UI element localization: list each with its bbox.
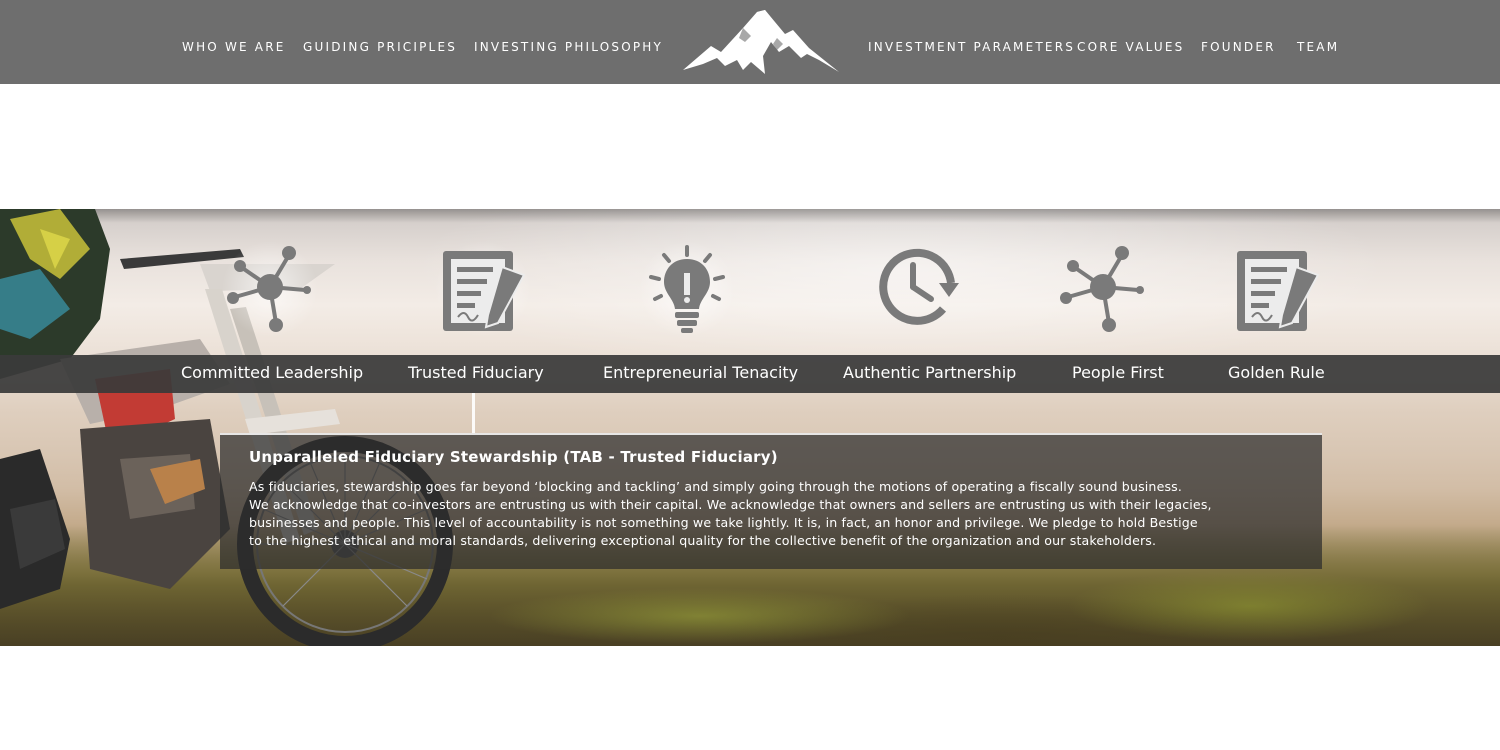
tab-authentic-partnership[interactable]: Authentic Partnership	[843, 355, 1016, 393]
value-description-panel: Unparalleled Fiduciary Stewardship (TAB …	[220, 433, 1322, 569]
document-edit-icon[interactable]	[1234, 245, 1324, 335]
nav-investment-parameters[interactable]: INVESTMENT PARAMETERS	[868, 40, 1075, 54]
mountain-logo-icon[interactable]	[681, 8, 841, 76]
value-description-title: Unparalleled Fiduciary Stewardship (TAB …	[249, 448, 778, 466]
tab-committed-leadership[interactable]: Committed Leadership	[181, 355, 363, 393]
nav-founder[interactable]: FOUNDER	[1201, 40, 1276, 54]
value-description-body: As fiduciaries, stewardship goes far bey…	[249, 479, 1212, 548]
nav-who-we-are[interactable]: WHO WE ARE	[182, 40, 286, 54]
lightbulb-icon[interactable]	[642, 245, 732, 335]
tab-trusted-fiduciary[interactable]: Trusted Fiduciary	[408, 355, 544, 393]
core-values-tab-bar: Committed Leadership Trusted Fiduciary E…	[0, 355, 1500, 393]
nav-core-values[interactable]: CORE VALUES	[1077, 40, 1184, 54]
tab-golden-rule[interactable]: Golden Rule	[1228, 355, 1325, 393]
network-icon[interactable]	[1058, 245, 1148, 335]
nav-guiding-principles[interactable]: GUIDING PRICIPLES	[303, 40, 457, 54]
tab-people-first[interactable]: People First	[1072, 355, 1164, 393]
active-tab-pointer	[472, 393, 475, 435]
network-icon[interactable]	[225, 245, 315, 335]
nav-investing-philosophy[interactable]: INVESTING PHILOSOPHY	[474, 40, 663, 54]
clock-refresh-icon[interactable]	[873, 245, 963, 335]
tab-entrepreneurial-tenacity[interactable]: Entrepreneurial Tenacity	[603, 355, 798, 393]
nav-team[interactable]: TEAM	[1297, 40, 1339, 54]
core-values-section: Committed Leadership Trusted Fiduciary E…	[0, 209, 1500, 646]
site-header: WHO WE ARE GUIDING PRICIPLES INVESTING P…	[0, 0, 1500, 84]
document-edit-icon[interactable]	[440, 245, 530, 335]
